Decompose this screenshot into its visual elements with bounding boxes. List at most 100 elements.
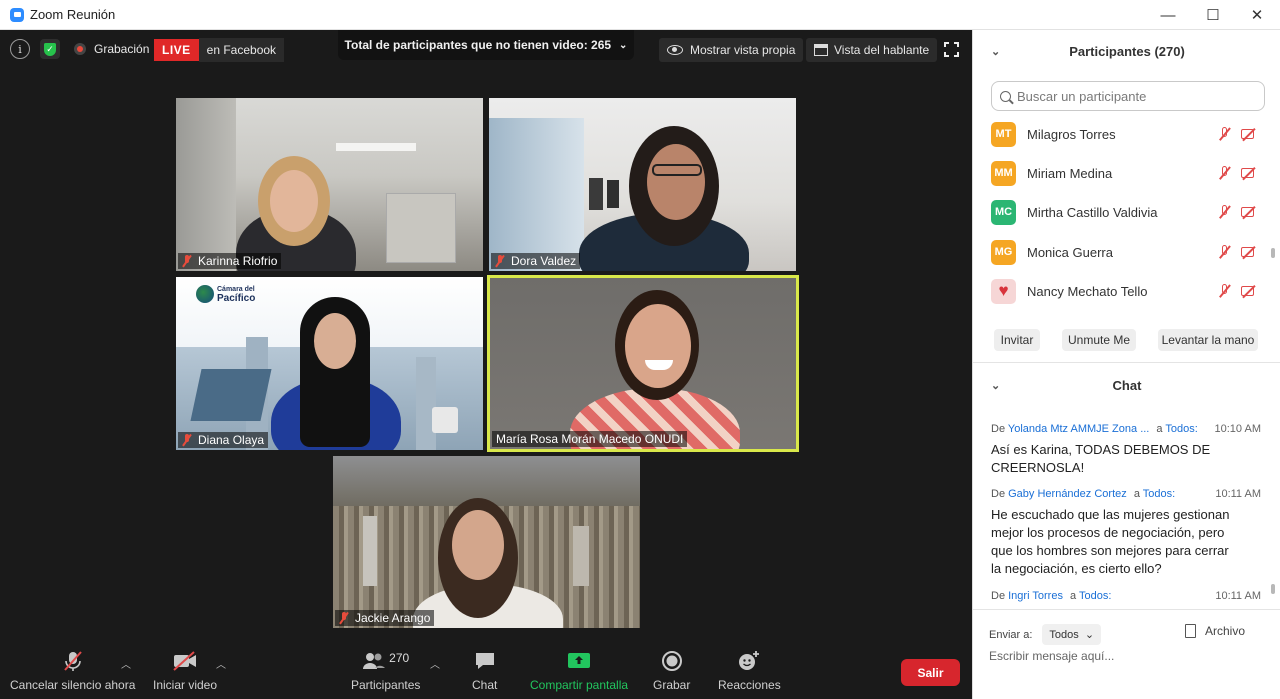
compose-divider [973,609,1280,610]
participant-row[interactable]: ♥ Nancy Mechato Tello [991,278,1265,304]
participant-row[interactable]: MM Miriam Medina [991,160,1265,186]
chat-message: De Gaby Hernández Cortez a Todos: 10:11 … [991,488,1261,578]
recording-indicator[interactable]: Grabación [74,42,149,56]
video-tile-active-speaker[interactable]: María Rosa Morán Macedo ONUDI [487,275,799,452]
participant-name: Miriam Medina [1027,165,1113,181]
reactions-button[interactable]: Reacciones [718,650,781,692]
camera-off-icon [1241,245,1257,259]
meeting-area: i ✓ Grabación LIVE en Facebook Total de … [0,30,972,699]
building [416,357,436,450]
fullscreen-icon[interactable] [944,42,959,57]
share-screen-label: Compartir pantalla [530,678,629,692]
unmute-button[interactable]: Cancelar silencio ahora [10,650,135,692]
mic-muted-icon [339,612,349,624]
video-options-caret-icon[interactable]: ︿ [216,656,226,671]
mic-muted-icon [62,650,84,672]
collapse-chevron-icon[interactable]: ⌄ [991,45,1000,58]
recipient-name: Todos: [1142,488,1176,500]
to-prefix: a [1156,423,1163,435]
from-prefix: De [991,423,1006,435]
recipient-name: Todos: [1165,423,1198,435]
minimize-button[interactable]: — [1145,0,1191,30]
unmute-me-button[interactable]: Unmute Me [1062,329,1136,351]
sender-name[interactable]: Gaby Hernández Cortez [1008,488,1127,500]
wall-board [386,193,456,263]
no-video-count-banner[interactable]: Total de participantes que no tienen vid… [338,30,634,60]
participant-search-input[interactable] [1017,88,1257,104]
mic-muted-icon [1217,166,1233,180]
office-window [489,118,584,271]
mic-muted-icon [1217,127,1233,141]
chat-message-text: He escuchado que las mujeres gestionan m… [991,507,1230,576]
search-icon [1000,90,1011,102]
participants-options-caret-icon[interactable]: ︿ [430,656,440,671]
participant-name: Milagros Torres [1027,126,1116,142]
chat-button[interactable]: Chat [472,650,497,692]
collapse-chevron-icon[interactable]: ⌄ [991,379,1000,392]
chat-header: ⌄ Chat [973,376,1280,394]
raise-hand-button[interactable]: Levantar la mano [1158,329,1258,351]
participant-row[interactable]: MC Mirtha Castillo Valdivia [991,199,1265,225]
chat-label: Chat [472,678,498,692]
security-button[interactable]: ✓ [40,39,60,59]
participants-glyph: 270 [362,650,409,672]
speaker-view-button[interactable]: Vista del hablante [806,38,938,62]
share-screen-button[interactable]: Compartir pantalla [530,650,628,692]
eye-icon [667,45,683,55]
participant-row[interactable]: MT Milagros Torres [991,121,1265,147]
invite-button[interactable]: Invitar [994,329,1040,351]
chat-message-meta: De Yolanda Mtz AMMJE Zona ... a Todos: 1… [991,423,1261,438]
to-prefix: a [1133,488,1140,500]
chat-scrollbar[interactable] [1271,584,1275,594]
record-label: Grabar [653,678,691,692]
to-prefix: a [1070,590,1077,602]
mic-muted-icon [1217,205,1233,219]
record-icon [661,650,683,672]
participants-button[interactable]: 270 Participantes [351,650,420,692]
camera-off-icon [1241,284,1257,298]
chat-compose[interactable] [989,649,1265,663]
participant-name: María Rosa Morán Macedo ONUDI [496,432,684,446]
sender-name[interactable]: Yolanda Mtz AMMJE Zona ... [1008,423,1149,435]
panel-divider [973,362,1280,363]
live-stream-indicator[interactable]: LIVE en Facebook [154,38,285,62]
send-to-value: Todos [1049,629,1079,641]
participant-name-tag: Diana Olaya [178,432,269,448]
file-button[interactable]: Archivo [1185,624,1245,638]
participant-search[interactable] [991,81,1265,111]
chat-message-input[interactable] [989,649,1259,663]
chat-message-meta: De Ingri Torres a Todos: 10:11 AM [991,590,1261,605]
send-to-select[interactable]: Todos ⌄ [1042,624,1102,645]
shield-icon: ✓ [40,39,60,59]
zoom-logo-icon [10,7,24,22]
file-label: Archivo [1205,624,1246,638]
sender-name[interactable]: Ingri Torres [1008,590,1063,602]
live-badge: LIVE [154,39,199,61]
mug [432,407,458,433]
meeting-info-button[interactable]: i [10,39,30,59]
mic-muted-icon [182,255,192,267]
participant-name: Diana Olaya [198,433,265,447]
participant-name: Karinna Riofrio [198,254,278,268]
person-face [452,510,504,580]
leave-meeting-button[interactable]: Salir [901,659,960,686]
participant-row[interactable]: MG Monica Guerra [991,239,1265,265]
building [363,516,377,586]
video-tile[interactable]: Dora Valdez [489,98,796,271]
video-tile[interactable]: Jackie Arango [333,456,640,628]
video-tile[interactable]: Karinna Riofrio [176,98,483,271]
start-video-button[interactable]: Iniciar video [153,650,217,692]
video-tile[interactable]: Cámara del Pacífico Diana Olaya [176,277,483,450]
recording-label: Grabación [94,42,150,56]
wall-frame [589,178,603,210]
participants-scrollbar[interactable] [1271,248,1275,258]
participants-label: Participantes [351,678,421,692]
person-face [647,144,705,220]
record-button[interactable]: Grabar [653,650,690,692]
mic-options-caret-icon[interactable]: ︿ [121,656,131,671]
close-button[interactable]: ✕ [1234,0,1280,30]
show-self-view-button[interactable]: Mostrar vista propia [659,38,804,62]
person-face [314,313,356,369]
reactions-label: Reacciones [718,678,781,692]
maximize-button[interactable]: ☐ [1190,0,1236,30]
